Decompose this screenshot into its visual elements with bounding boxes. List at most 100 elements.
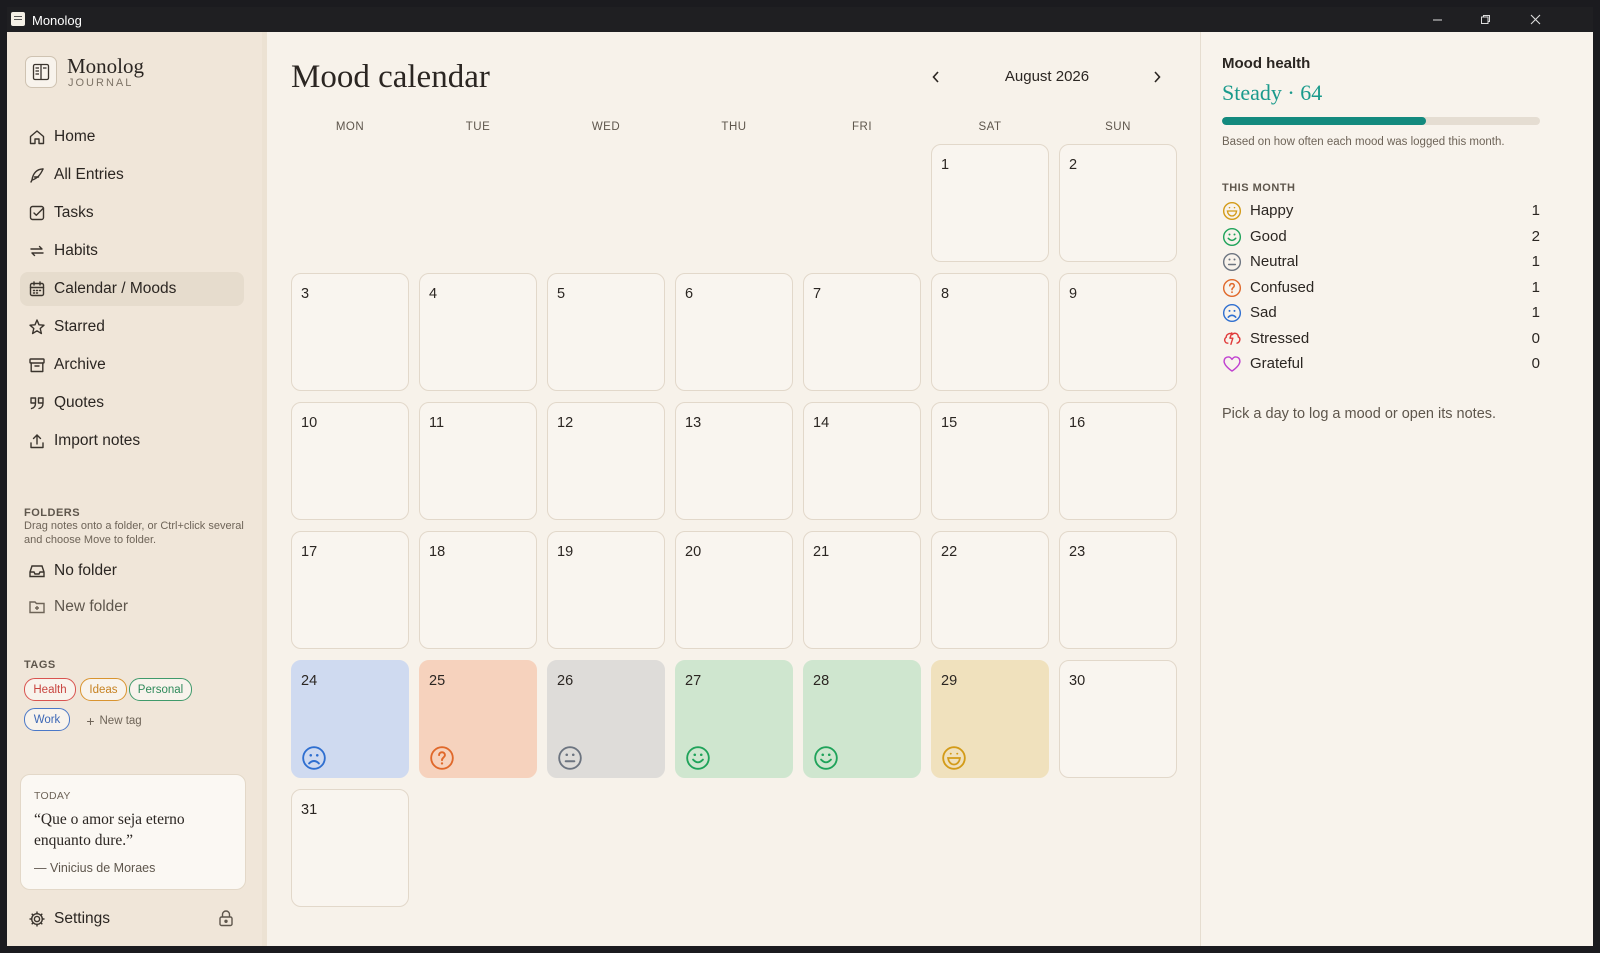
checkbox-icon	[29, 205, 45, 221]
home-icon	[29, 130, 45, 145]
new-folder-label: New folder	[54, 598, 129, 615]
stressed-mood-icon	[1224, 331, 1241, 345]
journal-logo-icon	[25, 56, 57, 88]
calendar-day[interactable]: 30	[1059, 660, 1177, 778]
settings-label: Settings	[54, 910, 111, 927]
app-icon	[11, 12, 25, 26]
neutral-mood-icon	[558, 746, 582, 770]
next-month-button[interactable]	[1146, 66, 1168, 88]
calendar-day[interactable]: 22	[931, 531, 1049, 649]
new-tag-button[interactable]: + New tag	[77, 709, 151, 732]
mood-health-note: Based on how often each mood was logged …	[1222, 136, 1505, 148]
day-number: 13	[685, 415, 702, 431]
sidebar-item-quotes[interactable]: Quotes	[20, 386, 244, 420]
sidebar-item-tasks[interactable]: Tasks	[20, 196, 244, 230]
window-title: Monolog	[32, 13, 82, 28]
tag-ideas[interactable]: Ideas	[80, 678, 127, 701]
quote-author: — Vinicius de Moraes	[34, 861, 156, 875]
day-number: 29	[941, 673, 958, 689]
repeat-icon	[30, 245, 44, 257]
day-number: 15	[941, 415, 958, 431]
calendar-day[interactable]: 4	[419, 273, 537, 391]
day-number: 11	[429, 415, 445, 431]
folder-item-no-folder[interactable]: No folder	[20, 554, 244, 588]
calendar-day[interactable]: 11	[419, 402, 537, 520]
calendar-day[interactable]: 13	[675, 402, 793, 520]
sidebar-item-starred[interactable]: Starred	[20, 310, 244, 344]
mood-count-row-stressed: Stressed 0	[1222, 328, 1540, 350]
new-folder-button[interactable]: New folder	[20, 590, 244, 624]
calendar-day[interactable]: 15	[931, 402, 1049, 520]
sad-icon	[1222, 303, 1242, 323]
mood-count-row-good: Good 2	[1222, 226, 1540, 248]
calendar-day[interactable]: 10	[291, 402, 409, 520]
sidebar-item-import-notes[interactable]: Import notes	[20, 424, 244, 458]
sidebar-item-home[interactable]: Home	[20, 120, 244, 154]
minimize-icon[interactable]	[1414, 7, 1460, 32]
mood-health-panel: Mood health Steady · 64 Based on how oft…	[1200, 32, 1593, 946]
calendar-day[interactable]: 16	[1059, 402, 1177, 520]
calendar-day[interactable]: 31	[291, 789, 409, 907]
sad-mood-icon	[302, 746, 326, 770]
previous-month-button[interactable]	[925, 66, 947, 88]
calendar-day[interactable]: 25	[419, 660, 537, 778]
happy-icon	[1222, 201, 1242, 221]
calendar-day[interactable]: 5	[547, 273, 665, 391]
mood-health-title: Mood health	[1222, 55, 1311, 72]
day-mood-indicator	[685, 745, 711, 771]
calendar-day[interactable]: 21	[803, 531, 921, 649]
day-number: 2	[1069, 157, 1078, 173]
sidebar-item-archive[interactable]: Archive	[20, 348, 244, 382]
calendar-day[interactable]: 17	[291, 531, 409, 649]
calendar-day[interactable]: 7	[803, 273, 921, 391]
mood-label: Stressed	[1250, 329, 1310, 347]
mood-panel-hint: Pick a day to log a mood or open its not…	[1222, 406, 1497, 422]
sidebar-item-habits[interactable]: Habits	[20, 234, 244, 268]
calendar-day[interactable]: 27	[675, 660, 793, 778]
day-number: 26	[557, 673, 574, 689]
calendar-day[interactable]: 1	[931, 144, 1049, 262]
day-number: 5	[557, 286, 566, 302]
calendar-day[interactable]: 20	[675, 531, 793, 649]
mood-count-row-sad: Sad 1	[1222, 302, 1540, 324]
inbox-icon	[29, 565, 45, 578]
day-number: 31	[301, 802, 318, 818]
restore-icon[interactable]	[1462, 7, 1508, 32]
tag-health[interactable]: Health	[24, 678, 76, 701]
close-icon[interactable]	[1512, 7, 1558, 32]
mood-label: Confused	[1250, 278, 1315, 296]
lock-icon[interactable]	[218, 909, 236, 929]
neutral-mood-icon	[1222, 252, 1242, 272]
settings-button[interactable]: Settings	[20, 902, 244, 936]
tag-work[interactable]: Work	[24, 708, 70, 731]
day-mood-indicator	[301, 745, 327, 771]
tag-personal[interactable]: Personal	[129, 678, 192, 701]
calendar-day[interactable]: 24	[291, 660, 409, 778]
folder-label: No folder	[54, 562, 117, 579]
day-mood-indicator	[941, 745, 967, 771]
day-number: 10	[301, 415, 318, 431]
calendar-day[interactable]: 28	[803, 660, 921, 778]
neutral-icon	[1222, 252, 1242, 272]
day-number: 24	[301, 673, 318, 689]
sidebar-item-calendar-moods[interactable]: Calendar / Moods	[20, 272, 244, 306]
weekday-label: SUN	[1105, 121, 1131, 133]
calendar-day[interactable]: 23	[1059, 531, 1177, 649]
calendar-day[interactable]: 3	[291, 273, 409, 391]
calendar-day[interactable]: 6	[675, 273, 793, 391]
calendar-day[interactable]: 18	[419, 531, 537, 649]
mood-label: Good	[1250, 227, 1287, 245]
day-number: 21	[813, 544, 830, 560]
calendar-day[interactable]: 2	[1059, 144, 1177, 262]
calendar-day[interactable]: 19	[547, 531, 665, 649]
calendar-day[interactable]: 12	[547, 402, 665, 520]
calendar-day[interactable]: 9	[1059, 273, 1177, 391]
sidebar-item-label: Quotes	[54, 394, 104, 411]
day-number: 25	[429, 673, 446, 689]
sidebar-item-all-entries[interactable]: All Entries	[20, 158, 244, 192]
calendar-day[interactable]: 29	[931, 660, 1049, 778]
calendar-day[interactable]: 14	[803, 402, 921, 520]
calendar-day[interactable]: 8	[931, 273, 1049, 391]
calendar-day[interactable]: 26	[547, 660, 665, 778]
mood-label: Grateful	[1250, 355, 1304, 372]
